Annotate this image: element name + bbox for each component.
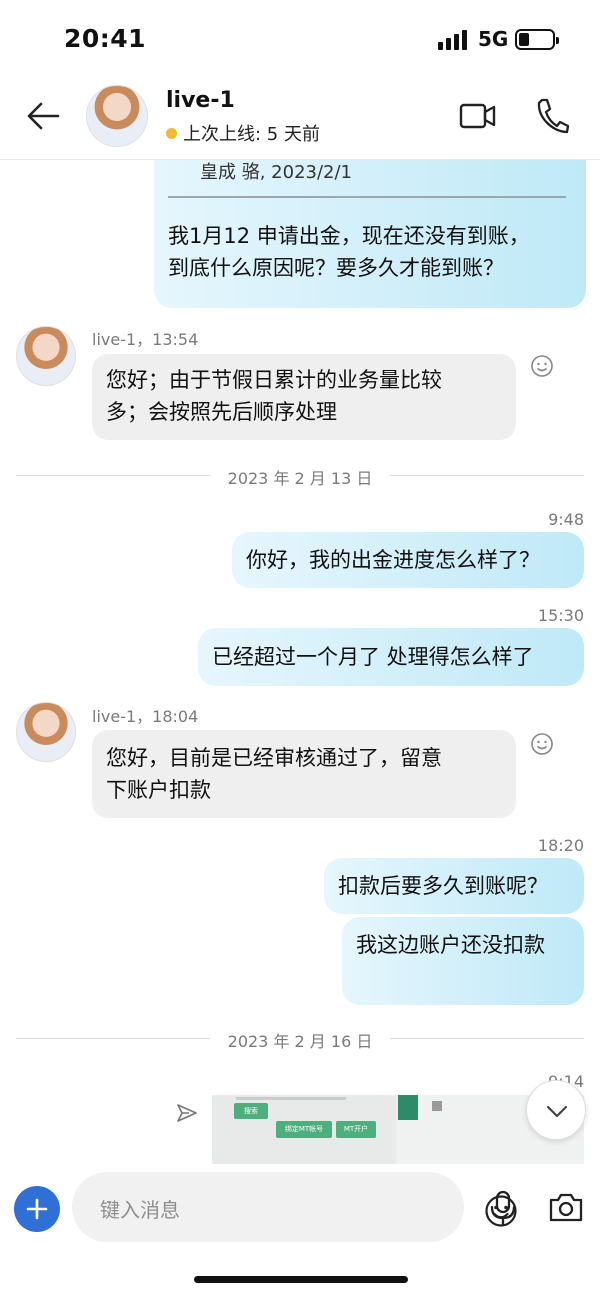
image-thumb-left: 搜索 绑定MT帐号 MT开户 <box>212 1095 396 1164</box>
sender-avatar[interactable] <box>16 702 76 762</box>
thumb-search-button: 搜索 <box>234 1103 268 1119</box>
contact-avatar[interactable] <box>86 85 148 147</box>
outgoing-message[interactable]: 已经超过一个月了 处理得怎么样了 <box>198 628 584 686</box>
back-button[interactable] <box>24 96 64 136</box>
arrow-left-icon <box>27 102 60 130</box>
status-time: 20:41 <box>64 24 147 53</box>
composer-bar: 键入消息 <box>0 1164 600 1298</box>
outgoing-message[interactable]: 扣款后要多久到账呢？ <box>324 858 584 914</box>
scroll-to-bottom-button[interactable] <box>526 1080 586 1140</box>
attach-button[interactable] <box>14 1186 60 1232</box>
add-reaction-icon[interactable] <box>530 354 554 378</box>
network-type: 5G <box>478 27 509 51</box>
date-label: 2023 年 2 月 13 日 <box>209 469 391 488</box>
presence-text: 上次上线: 5 天前 <box>183 124 320 145</box>
chevron-down-icon <box>546 1105 568 1118</box>
outgoing-message[interactable]: 皇成 骆, 2023/2/1 我1月12 申请出金，现在还没有到账， 到底什么原… <box>154 160 586 308</box>
message-meta: live-1，18:04 <box>92 707 199 726</box>
phone-icon <box>537 98 570 134</box>
voice-call-button[interactable] <box>533 96 570 136</box>
presence-dot-icon <box>166 127 177 139</box>
message-time: 15:30 <box>537 606 584 625</box>
date-label: 2023 年 2 月 16 日 <box>209 1032 391 1051</box>
add-reaction-icon[interactable] <box>530 732 554 756</box>
message-text: 到底什么原因呢？要多久才能到账？ <box>168 256 504 280</box>
message-input[interactable]: 键入消息 <box>72 1172 517 1242</box>
message-text: 下账户扣款 <box>106 778 211 802</box>
date-separator: 2023 年 2 月 13 日 <box>16 465 584 488</box>
message-list[interactable]: 皇成 骆, 2023/2/1 我1月12 申请出金，现在还没有到账， 到底什么原… <box>0 160 600 1164</box>
message-text: 您好，目前是已经审核通过了，留意 <box>106 746 442 770</box>
message-text: 已经超过一个月了 处理得怎么样了 <box>212 645 534 669</box>
microphone-icon[interactable] <box>488 1190 518 1226</box>
chat-header: live-1 上次上线: 5 天前 <box>0 78 600 160</box>
presence-status: 上次上线: 5 天前 <box>166 120 320 146</box>
message-input-placeholder: 键入消息 <box>100 1198 180 1222</box>
incoming-message[interactable]: 您好；由于节假日累计的业务量比较 多；会按照先后顺序处理 <box>92 354 516 440</box>
plus-icon <box>26 1198 48 1220</box>
message-text: 我1月12 申请出金，现在还没有到账， <box>168 224 530 248</box>
sender-avatar[interactable] <box>16 326 76 386</box>
contact-name[interactable]: live-1 <box>166 88 235 113</box>
quoted-author: 皇成 骆, 2023/2/1 <box>200 162 353 183</box>
chat-screen: 20:41 5G live-1 上次上线: 5 天前 皇成 骆, 2023/2/… <box>0 0 600 1298</box>
camera-icon[interactable] <box>548 1191 584 1223</box>
message-text: 多；会按照先后顺序处理 <box>106 400 337 424</box>
outgoing-message[interactable]: 你好，我的出金进度怎么样了？ <box>232 532 584 588</box>
forward-icon[interactable] <box>176 1102 198 1124</box>
signal-icon <box>438 30 470 50</box>
message-text: 我这边账户还没扣款 <box>356 933 545 957</box>
message-time: 18:20 <box>537 836 584 855</box>
message-time: 9:48 <box>548 510 584 529</box>
message-text: 您好；由于节假日累计的业务量比较 <box>106 368 442 392</box>
thumb-open-button: MT开户 <box>336 1121 376 1138</box>
date-separator: 2023 年 2 月 16 日 <box>16 1028 584 1051</box>
message-text: 扣款后要多久到账呢？ <box>338 874 548 898</box>
thumb-bind-button: 绑定MT帐号 <box>276 1121 332 1138</box>
quote-divider <box>168 196 566 198</box>
message-meta: live-1，13:54 <box>92 330 199 349</box>
home-indicator <box>194 1276 408 1283</box>
video-call-button[interactable] <box>458 98 498 134</box>
video-camera-icon <box>459 103 496 129</box>
message-text: 你好，我的出金进度怎么样了？ <box>246 548 540 572</box>
incoming-message[interactable]: 您好，目前是已经审核通过了，留意 下账户扣款 <box>92 730 516 818</box>
status-bar: 20:41 5G <box>0 0 600 78</box>
outgoing-message[interactable]: 我这边账户还没扣款 <box>342 917 584 1005</box>
battery-icon <box>515 29 559 50</box>
